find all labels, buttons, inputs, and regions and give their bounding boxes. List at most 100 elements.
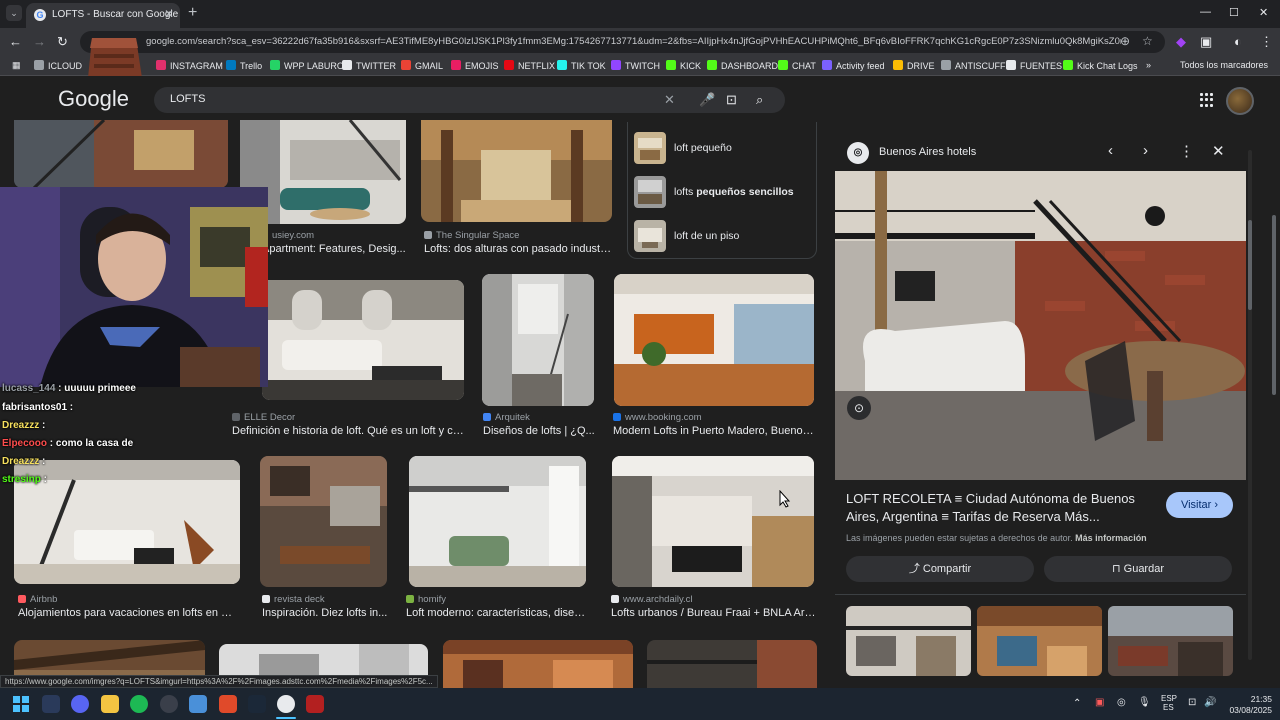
result-source[interactable]: revista deck	[262, 594, 325, 605]
preview-title[interactable]: LOFT RECOLETA ≡ Ciudad Autónoma de Bueno…	[846, 490, 1156, 526]
result-image[interactable]	[14, 120, 228, 188]
tray-app-icon[interactable]: ▣	[1095, 697, 1104, 708]
profile-icon[interactable]: ◐	[1234, 34, 1242, 49]
bookmark-item[interactable]: CHAT	[778, 60, 816, 71]
result-caption[interactable]: Modern Lofts in Puerto Madero, Buenos ..…	[613, 425, 817, 437]
result-source[interactable]: Arquitek	[483, 412, 530, 423]
apps-grid-icon[interactable]: ▦	[12, 60, 21, 71]
more-info-link[interactable]: Más información	[1075, 533, 1147, 543]
app-icon[interactable]	[160, 695, 178, 713]
save-button[interactable]: ⊓ Guardar	[1044, 556, 1232, 582]
result-source[interactable]: Airbnb	[18, 594, 57, 605]
visual-search-icon[interactable]: ⊙	[847, 396, 871, 420]
network-icon[interactable]: ⊡	[1188, 697, 1196, 708]
related-image[interactable]	[846, 606, 971, 676]
bookmark-star-icon[interactable]: ☆	[1142, 34, 1153, 48]
forward-button[interactable]: →	[33, 34, 46, 49]
bookmark-item[interactable]: EMOJIS	[451, 60, 499, 71]
bookmark-item[interactable]: »	[1146, 60, 1151, 70]
file-explorer-icon[interactable]	[101, 695, 119, 713]
account-avatar[interactable]	[1226, 87, 1254, 115]
bookmark-item[interactable]: TWITTER	[342, 60, 396, 71]
related-image[interactable]	[1108, 606, 1233, 676]
bookmark-item[interactable]: DRIVE	[893, 60, 935, 71]
result-source[interactable]: The Singular Space	[424, 230, 519, 241]
bookmark-item[interactable]: INSTAGRAM	[156, 60, 223, 71]
preview-site-name[interactable]: Buenos Aires hotels	[879, 146, 976, 158]
tab-close-icon[interactable]: ✕	[164, 7, 174, 21]
search-icon[interactable]: ⌕	[756, 92, 763, 108]
result-image[interactable]	[647, 640, 817, 688]
address-bar[interactable]: google.com/search?sca_esv=36222d67fa35b9…	[80, 31, 1165, 53]
preview-image[interactable]	[835, 171, 1246, 480]
related-search-item[interactable]: lofts pequeños sencillos	[634, 176, 814, 208]
chrome-icon[interactable]	[277, 695, 295, 713]
bookmark-item[interactable]: Kick Chat Logs	[1063, 60, 1138, 71]
clock[interactable]: 21:35 03/08/2025	[1222, 694, 1272, 716]
bookmark-item[interactable]: Trello	[226, 60, 262, 71]
result-image[interactable]	[262, 280, 464, 400]
bookmark-item[interactable]: ICLOUD	[34, 60, 82, 71]
result-caption[interactable]: Alojamientos para vacaciones en lofts en…	[18, 607, 238, 619]
back-button[interactable]: ←	[9, 34, 22, 49]
bookmark-item[interactable]: ANTISCUFF	[941, 60, 1006, 71]
bookmark-item[interactable]: GMAIL	[401, 60, 443, 71]
previous-image-icon[interactable]: ‹	[1108, 142, 1113, 159]
result-caption[interactable]: Loft moderno: características, diseño...	[406, 607, 591, 619]
active-tab[interactable]: G LOFTS - Buscar con Google ✕	[26, 3, 180, 28]
bookmark-item[interactable]: NETFLIX	[504, 60, 555, 71]
volume-icon[interactable]: 🔊	[1204, 697, 1216, 708]
maximize-button[interactable]: ☐	[1229, 6, 1239, 19]
discord-icon[interactable]	[71, 695, 89, 713]
obs-icon[interactable]	[306, 695, 324, 713]
bookmark-item[interactable]: TIK TOK	[557, 60, 606, 71]
result-image[interactable]	[482, 274, 594, 406]
result-image[interactable]	[614, 274, 814, 406]
share-button[interactable]: ⤴ Compartir	[846, 556, 1034, 582]
search-query[interactable]: LOFTS	[170, 93, 205, 105]
menu-kebab-icon[interactable]: ⋮	[1260, 34, 1273, 50]
result-source[interactable]: www.booking.com	[613, 412, 702, 423]
result-caption[interactable]: Lofts: dos alturas con pasado industrial	[424, 243, 614, 255]
result-image[interactable]	[612, 456, 814, 587]
more-options-icon[interactable]: ⋮	[1179, 142, 1194, 160]
new-tab-button[interactable]: +	[188, 4, 197, 22]
lens-icon[interactable]: ⊡	[726, 92, 737, 108]
bookmark-item[interactable]: Activity feed	[822, 60, 885, 71]
notepad-icon[interactable]	[189, 695, 207, 713]
brave-icon[interactable]	[219, 695, 237, 713]
bookmark-item[interactable]: FUENTES	[1006, 60, 1062, 71]
voice-search-icon[interactable]: 🎤	[699, 92, 715, 108]
result-caption[interactable]: Definición e historia de loft. Qué es un…	[232, 425, 464, 437]
steam-icon[interactable]	[248, 695, 266, 713]
language-indicator[interactable]: ESP ES	[1161, 694, 1177, 712]
minimize-button[interactable]: —	[1200, 6, 1211, 18]
bookmark-item[interactable]: Todos los marcadores	[1180, 60, 1268, 70]
microphone-icon[interactable]: 🎙	[1138, 697, 1151, 708]
related-search-item[interactable]: loft pequeño	[634, 132, 814, 164]
extension-icon[interactable]: ◆	[1176, 34, 1186, 50]
result-source[interactable]: www.archdaily.cl	[611, 594, 693, 605]
windows-start-icon[interactable]	[12, 695, 30, 713]
result-image[interactable]	[14, 460, 240, 584]
bookmark-item[interactable]: DASHBOARD	[707, 60, 778, 71]
page-scrollbar[interactable]	[1271, 125, 1277, 675]
result-source[interactable]: homify	[406, 594, 446, 605]
result-image[interactable]	[260, 456, 387, 587]
bookmark-item[interactable]: WPP LABURO	[270, 60, 344, 71]
close-window-button[interactable]: ✕	[1259, 6, 1268, 19]
reload-button[interactable]: ↻	[57, 34, 68, 50]
search-box[interactable]: LOFTS ✕ 🎤 ⊡ ⌕	[154, 87, 785, 113]
result-source[interactable]: usiey.com	[260, 230, 314, 241]
tray-expand-icon[interactable]: ⌃	[1073, 698, 1081, 709]
task-view-icon[interactable]	[42, 695, 60, 713]
result-image[interactable]	[421, 120, 612, 222]
visit-button[interactable]: Visitar ›	[1166, 492, 1233, 518]
tab-search-button[interactable]: ⌄	[6, 5, 22, 21]
result-caption[interactable]: Inspiración. Diez lofts in...	[262, 607, 392, 619]
next-image-icon[interactable]: ›	[1143, 142, 1148, 159]
clear-icon[interactable]: ✕	[664, 92, 675, 108]
result-image[interactable]	[409, 456, 586, 587]
result-caption[interactable]: Diseños de lofts | ¿Q...	[483, 425, 597, 437]
result-caption[interactable]: Apartment: Features, Desig...	[262, 243, 412, 255]
